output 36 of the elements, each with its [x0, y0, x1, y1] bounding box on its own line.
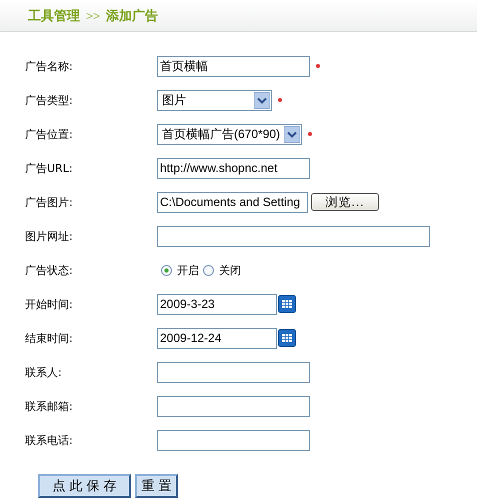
- field-label: 结束时间:: [24, 330, 74, 346]
- field-label: 联系邮箱:: [24, 398, 74, 414]
- field-label: 联系电话:: [24, 432, 74, 448]
- input-field[interactable]: [157, 430, 310, 450]
- field-label: 广告位置:: [24, 126, 74, 142]
- dropdown-arrow-icon[interactable]: [254, 92, 270, 108]
- date-field[interactable]: 2009-3-23: [157, 294, 277, 314]
- input-field[interactable]: [157, 226, 430, 246]
- dropdown[interactable]: 首页横幅广告(670*90): [157, 124, 302, 144]
- reset-button[interactable]: 重 置: [135, 474, 178, 498]
- input-field[interactable]: 首页横幅: [157, 56, 310, 76]
- field-label: 广告类型:: [24, 92, 74, 108]
- input-field[interactable]: http://www.shopnc.net: [157, 158, 310, 178]
- radio-label[interactable]: 关闭: [219, 262, 241, 278]
- field-label: 广告状态:: [24, 262, 74, 278]
- input-field[interactable]: [157, 396, 310, 416]
- field-label: 联系人:: [24, 364, 63, 380]
- field-label: 开始时间:: [24, 296, 74, 312]
- save-button[interactable]: 点 此 保 存: [38, 474, 131, 498]
- browse-button[interactable]: 浏览...: [311, 193, 379, 211]
- breadcrumb-separator: >>: [86, 8, 100, 22]
- field-label: 广告图片:: [24, 194, 74, 210]
- breadcrumb-page: 添加广告: [106, 8, 158, 24]
- radio-label[interactable]: 开启: [177, 262, 199, 278]
- field-label: 广告URL:: [24, 160, 74, 176]
- dropdown-arrow-icon[interactable]: [284, 126, 300, 142]
- radio-button[interactable]: [203, 264, 214, 276]
- field-label: 广告名称:: [24, 58, 74, 74]
- calendar-icon[interactable]: [278, 295, 296, 313]
- date-field[interactable]: 2009-12-24: [157, 328, 277, 348]
- calendar-icon[interactable]: [278, 329, 296, 347]
- field-label: 图片网址:: [24, 228, 74, 244]
- dropdown[interactable]: 图片: [157, 90, 272, 110]
- radio-button[interactable]: [161, 264, 172, 276]
- file-path-field[interactable]: C:\Documents and Setting: [157, 192, 308, 212]
- input-field[interactable]: [157, 362, 310, 382]
